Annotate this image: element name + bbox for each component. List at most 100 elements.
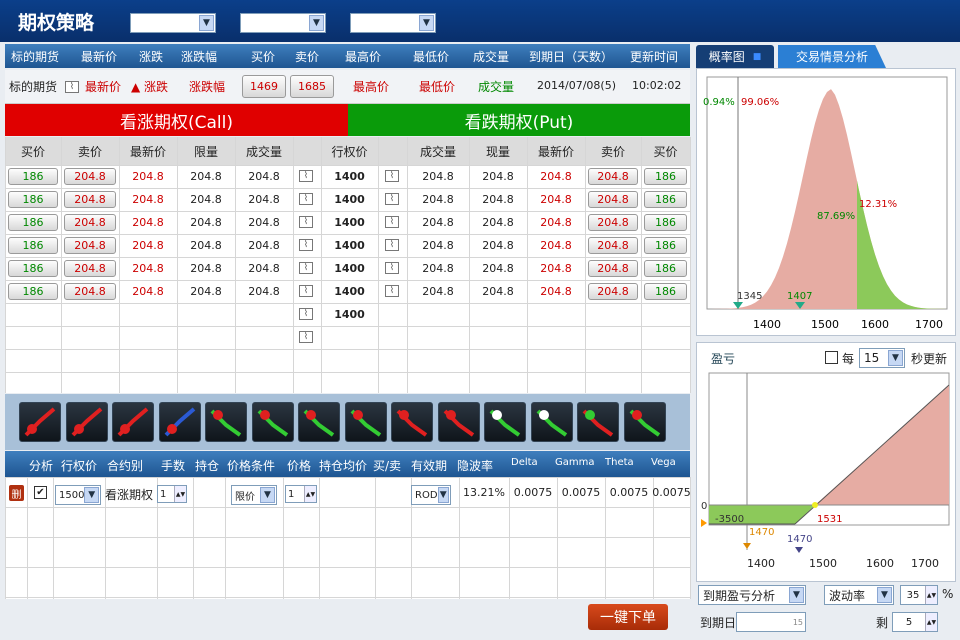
auto-refresh-checkbox[interactable] — [825, 351, 838, 364]
quote-button[interactable]: 204.8 — [64, 168, 116, 185]
price-stepper[interactable]: 1 ▲▼ — [285, 485, 317, 503]
remain-days-stepper[interactable]: 5 ▲▼ — [892, 612, 938, 632]
quote-button[interactable]: 186 — [644, 260, 687, 277]
grid-hline — [5, 597, 690, 598]
quote-button[interactable]: 204.8 — [64, 214, 116, 231]
marker2-label: 1470 — [787, 534, 812, 545]
chevron-down-icon: ▼ — [419, 15, 434, 31]
strategy-icon-straddle[interactable] — [391, 402, 433, 442]
options-cell: 204.8 — [248, 285, 280, 298]
chart-icon[interactable]: ⌇ — [385, 170, 399, 182]
delete-button[interactable]: 删 — [9, 485, 24, 501]
chart-icon[interactable]: ⌇ — [299, 285, 313, 297]
quote-button[interactable]: 186 — [8, 260, 58, 277]
quote-button[interactable]: 186 — [644, 191, 687, 208]
chart-icon[interactable]: ⌇ — [299, 308, 313, 320]
options-cell: 204.8 — [190, 193, 222, 206]
strategy-icon-bull-spread[interactable] — [112, 402, 154, 442]
volatility-select[interactable]: 波动率 ▼ — [824, 585, 894, 605]
options-cell: 204.8 — [540, 239, 572, 252]
strategy-icon-bull-call[interactable] — [65, 402, 108, 442]
strategy-icon-long-put[interactable] — [205, 402, 247, 442]
strategy-icon-bear-spread[interactable] — [298, 402, 340, 442]
chart-icon[interactable]: ⌇ — [299, 193, 313, 205]
quote-button[interactable]: 204.8 — [64, 191, 116, 208]
strategy-icon-ratio[interactable] — [577, 402, 619, 442]
pnl-panel: 盈亏 每 15 ▼ 秒更新 0 -3500 1531 1470 1470 1400 1500 1… — [696, 342, 956, 582]
contract-select[interactable]: ▼ — [240, 13, 326, 33]
chart-icon[interactable]: ⌇ — [385, 216, 399, 228]
month-select[interactable]: ▼ — [350, 13, 436, 33]
quote-header-cell: 最新价 — [81, 50, 118, 64]
ask-button[interactable]: 1685 — [290, 75, 334, 98]
quote-button[interactable]: 186 — [644, 283, 687, 300]
strategy-icon-butterfly[interactable] — [484, 402, 526, 442]
quote-button[interactable]: 204.8 — [588, 260, 638, 277]
stepper-arrows-icon[interactable]: ▲▼ — [174, 486, 186, 502]
stepper-arrows-icon[interactable]: ▲▼ — [925, 613, 937, 631]
quote-button[interactable]: 186 — [8, 191, 58, 208]
chart-icon[interactable]: ⌇ — [385, 285, 399, 297]
stepper-arrows-icon[interactable]: ▲▼ — [925, 586, 937, 604]
chart-icon[interactable]: ⌇ — [385, 262, 399, 274]
quote-button[interactable]: 186 — [8, 168, 58, 185]
chart-icon[interactable]: ⌇ — [299, 239, 313, 251]
analyze-checkbox[interactable]: ✔ — [34, 486, 47, 499]
greek-value: 0.0075 — [652, 486, 691, 499]
order-header-cell: 合约别 — [107, 459, 144, 473]
analysis-select[interactable]: 到期盈亏分析 ▼ — [698, 585, 806, 605]
options-cell: 204.8 — [540, 216, 572, 229]
strategy-icon-backspread[interactable] — [623, 402, 666, 442]
calendar-icon[interactable]: 15 — [793, 618, 805, 627]
product-select[interactable]: ▼ — [130, 13, 216, 33]
chart-icon[interactable]: ⌇ — [299, 331, 313, 343]
quantity-stepper[interactable]: 1 ▲▼ — [157, 485, 187, 503]
chart-icon[interactable]: ⌇ — [385, 239, 399, 251]
expiry-date-input[interactable]: 15 — [736, 612, 806, 632]
quote-button[interactable]: 186 — [8, 237, 58, 254]
options-cell: 204.8 — [248, 170, 280, 183]
quote-button[interactable]: 186 — [8, 283, 58, 300]
submit-order-button[interactable]: 一键下单 — [588, 604, 668, 630]
quote-button[interactable]: 186 — [644, 237, 687, 254]
quote-button[interactable]: 204.8 — [588, 191, 638, 208]
quote-button[interactable]: 204.8 — [64, 283, 116, 300]
strategy-icon-long-call[interactable] — [19, 402, 61, 442]
chart-icon[interactable]: ⌇ — [299, 170, 313, 182]
strategy-icon-bull-put[interactable] — [158, 402, 201, 442]
grid-vline — [585, 137, 586, 393]
tab-scenario[interactable]: 交易情景分析 — [778, 45, 886, 68]
stepper-arrows-icon[interactable]: ▲▼ — [304, 486, 316, 502]
chart-icon[interactable]: ⌇ — [385, 193, 399, 205]
chart-icon[interactable]: ⌇ — [299, 216, 313, 228]
validity-select[interactable]: ROD ▼ — [411, 485, 451, 505]
chart-icon[interactable]: ⌇ — [65, 81, 79, 93]
quote-button[interactable]: 186 — [8, 214, 58, 231]
grid-hline — [5, 280, 690, 281]
grid-hline — [5, 567, 690, 568]
strategy-icon-bear-put[interactable] — [251, 402, 294, 442]
quote-header-cell: 更新时间 — [630, 50, 679, 64]
quote-button[interactable]: 186 — [644, 168, 687, 185]
price-condition-select[interactable]: 限价 ▼ — [231, 485, 277, 505]
quote-button[interactable]: 204.8 — [64, 237, 116, 254]
quote-button[interactable]: 204.8 — [588, 237, 638, 254]
quote-button[interactable]: 204.8 — [588, 283, 638, 300]
expiry-date: 2014/07/08(5) — [537, 79, 616, 92]
strike-select[interactable]: 1500 ▼ — [55, 485, 101, 505]
options-header-cell: 最新价 — [537, 145, 574, 159]
quote-button[interactable]: 204.8 — [588, 168, 638, 185]
strategy-icon-strangle[interactable] — [437, 402, 480, 442]
quote-button[interactable]: 186 — [644, 214, 687, 231]
volume: 成交量 — [478, 80, 515, 94]
bid-button[interactable]: 1469 — [242, 75, 286, 98]
quote-button[interactable]: 204.8 — [588, 214, 638, 231]
quote-button[interactable]: 204.8 — [64, 260, 116, 277]
strategy-icon-bear-call[interactable] — [344, 402, 387, 442]
refresh-interval-select[interactable]: 15 ▼ — [859, 348, 905, 368]
tab-probability[interactable]: 概率图 ■ — [696, 45, 774, 68]
chart-icon[interactable]: ⌇ — [299, 262, 313, 274]
strategy-icon-condor[interactable] — [530, 402, 573, 442]
volatility-stepper[interactable]: 35 ▲▼ — [900, 585, 938, 605]
strategy-icon-condor — [536, 409, 567, 437]
